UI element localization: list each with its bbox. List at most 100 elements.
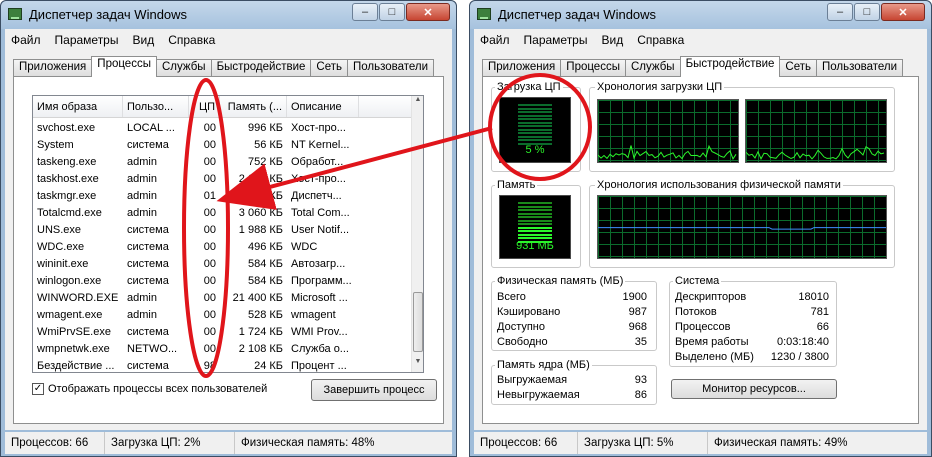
menu-help[interactable]: Справка <box>637 33 684 47</box>
process-list-scrollbar[interactable]: ▲ ▼ <box>411 96 423 372</box>
meter-segment <box>518 114 552 117</box>
resource-monitor-button[interactable]: Монитор ресурсов... <box>671 379 837 399</box>
table-row[interactable]: WINWORD.EXE admin 00 21 400 КБ Microsoft ... <box>33 289 411 306</box>
table-row[interactable]: UNS.exe система 00 1 988 КБ User Notif... <box>33 221 411 238</box>
row-memory: 752 КБ <box>247 155 283 168</box>
row-description: Процент ... <box>291 359 347 372</box>
meter-segment <box>518 226 552 229</box>
menu-file[interactable]: Файл <box>11 33 41 47</box>
tab-processes[interactable]: Процессы <box>560 59 626 77</box>
meter-segment <box>518 111 552 113</box>
tab-network[interactable]: Сеть <box>310 59 348 77</box>
memory-label: Память <box>495 179 538 191</box>
column-cpu[interactable]: ЦП <box>189 96 220 117</box>
row-description: Диспетч... <box>291 189 342 202</box>
tab-services[interactable]: Службы <box>155 59 212 77</box>
tab-applications[interactable]: Приложения <box>13 59 93 77</box>
meter-segment <box>518 233 552 236</box>
column-image-name[interactable]: Имя образа <box>33 96 123 117</box>
row-image-name: svchost.exe <box>37 121 96 134</box>
menu-view[interactable]: Вид <box>132 33 154 47</box>
table-row[interactable]: winlogon.exe система 00 584 КБ Программ... <box>33 272 411 289</box>
table-row[interactable]: taskeng.exe admin 00 752 КБ Обработ... <box>33 153 411 170</box>
table-row[interactable]: WDC.exe система 00 496 КБ WDC <box>33 238 411 255</box>
memory-history-label: Хронология использования физической памя… <box>595 179 843 191</box>
minimize-button[interactable]: – <box>827 3 853 21</box>
scroll-up-arrow-icon[interactable]: ▲ <box>412 96 423 110</box>
table-row[interactable]: wmpnetwk.exe NETWO... 00 2 108 КБ Служба о..… <box>33 340 411 357</box>
show-all-processes-checkbox[interactable]: ✓ <box>32 383 44 395</box>
table-row[interactable]: Бездействие ... система 98 24 КБ Процент ... <box>33 357 411 372</box>
scroll-down-arrow-icon[interactable]: ▼ <box>412 358 423 372</box>
column-description[interactable]: Описание <box>287 96 359 117</box>
column-memory[interactable]: Память (... <box>220 96 287 117</box>
close-button[interactable]: ✕ <box>406 3 450 21</box>
row-user: система <box>127 138 169 151</box>
title-bar[interactable]: Диспетчер задач Windows – □ ✕ <box>1 1 456 29</box>
show-all-processes-row[interactable]: ✓ Отображать процессы всех пользователей <box>32 383 267 395</box>
row-user: система <box>127 240 169 253</box>
end-process-button[interactable]: Завершить процесс <box>311 379 437 401</box>
system-table: Дескрипторов 18010 Потоков 781 Процессов 66… <box>675 291 829 366</box>
status-bar: Процессов: 66 Загрузка ЦП: 2% Физическая… <box>5 432 452 454</box>
memory-history-graph <box>597 195 887 259</box>
stat-uptime: Время работы 0:03:18:40 <box>675 336 829 348</box>
row-image-name: taskeng.exe <box>37 155 97 168</box>
meter-segment <box>518 121 552 124</box>
maximize-button[interactable]: □ <box>379 3 405 21</box>
menu-view[interactable]: Вид <box>601 33 623 47</box>
table-row[interactable]: svchost.exe LOCAL ... 00 996 КБ Хост-про... <box>33 119 411 136</box>
meter-segment <box>518 216 552 218</box>
row-cpu: 00 <box>203 342 216 355</box>
process-list[interactable]: Имя образа Пользо... ЦП Память (... Опис… <box>32 95 424 373</box>
history-line <box>746 145 885 160</box>
close-button[interactable]: ✕ <box>881 3 925 21</box>
process-list-body: svchost.exe LOCAL ... 00 996 КБ Хост-про... S… <box>33 119 411 372</box>
table-row[interactable]: Totalcmd.exe admin 00 3 060 КБ Total Com... <box>33 204 411 221</box>
menu-options[interactable]: Параметры <box>55 33 119 47</box>
menu-help[interactable]: Справка <box>168 33 215 47</box>
menu-options[interactable]: Параметры <box>524 33 588 47</box>
table-row[interactable]: wmagent.exe admin 00 528 КБ wmagent <box>33 306 411 323</box>
row-cpu: 00 <box>203 121 216 134</box>
row-user: admin <box>127 308 157 321</box>
tab-applications[interactable]: Приложения <box>482 59 562 77</box>
processes-panel: Имя образа Пользо... ЦП Память (... Опис… <box>13 76 444 424</box>
table-row[interactable]: taskmgr.exe admin 01 2 084 КБ Диспетч... <box>33 187 411 204</box>
scroll-thumb[interactable] <box>413 292 423 352</box>
row-memory: 2 060 КБ <box>238 172 283 185</box>
column-user[interactable]: Пользо... <box>123 96 189 117</box>
meter-segment <box>518 139 552 141</box>
row-description: Total Com... <box>291 206 350 219</box>
maximize-button[interactable]: □ <box>854 3 880 21</box>
row-memory: 996 КБ <box>247 121 283 134</box>
meter-segment <box>518 205 552 208</box>
meter-segment <box>518 223 552 225</box>
table-row[interactable]: taskhost.exe admin 00 2 060 КБ Хост-про... <box>33 170 411 187</box>
title-bar[interactable]: Диспетчер задач Windows – □ ✕ <box>470 1 931 29</box>
tab-services[interactable]: Службы <box>624 59 681 77</box>
menu-file[interactable]: Файл <box>480 33 510 47</box>
tab-users[interactable]: Пользователи <box>816 59 904 77</box>
row-cpu: 00 <box>203 325 216 338</box>
row-image-name: Totalcmd.exe <box>37 206 102 219</box>
row-image-name: wmagent.exe <box>37 308 103 321</box>
stat-commit: Выделено (МБ) 1230 / 3800 <box>675 351 829 363</box>
menu-bar: Файл Параметры Вид Справка <box>5 29 452 50</box>
tab-performance[interactable]: Быстродействие <box>210 59 312 77</box>
table-row[interactable]: System система 00 56 КБ NT Kernel... <box>33 136 411 153</box>
row-cpu: 00 <box>203 308 216 321</box>
tab-processes[interactable]: Процессы <box>91 56 157 77</box>
minimize-button[interactable]: – <box>352 3 378 21</box>
tab-performance[interactable]: Быстродействие <box>679 56 781 77</box>
tab-network[interactable]: Сеть <box>779 59 817 77</box>
cpu-history-graph-core-1 <box>597 99 739 163</box>
meter-segment <box>518 202 552 204</box>
tab-strip: Приложения Процессы Службы Быстродействи… <box>13 56 435 77</box>
table-row[interactable]: WmiPrvSE.exe система 00 1 724 КБ WMI Prov... <box>33 323 411 340</box>
tab-users[interactable]: Пользователи <box>347 59 435 77</box>
table-row[interactable]: wininit.exe система 00 584 КБ Автозагр... <box>33 255 411 272</box>
window-title: Диспетчер задач Windows <box>498 7 657 22</box>
row-memory: 24 КБ <box>254 359 283 372</box>
stat-threads: Потоков 781 <box>675 306 829 318</box>
